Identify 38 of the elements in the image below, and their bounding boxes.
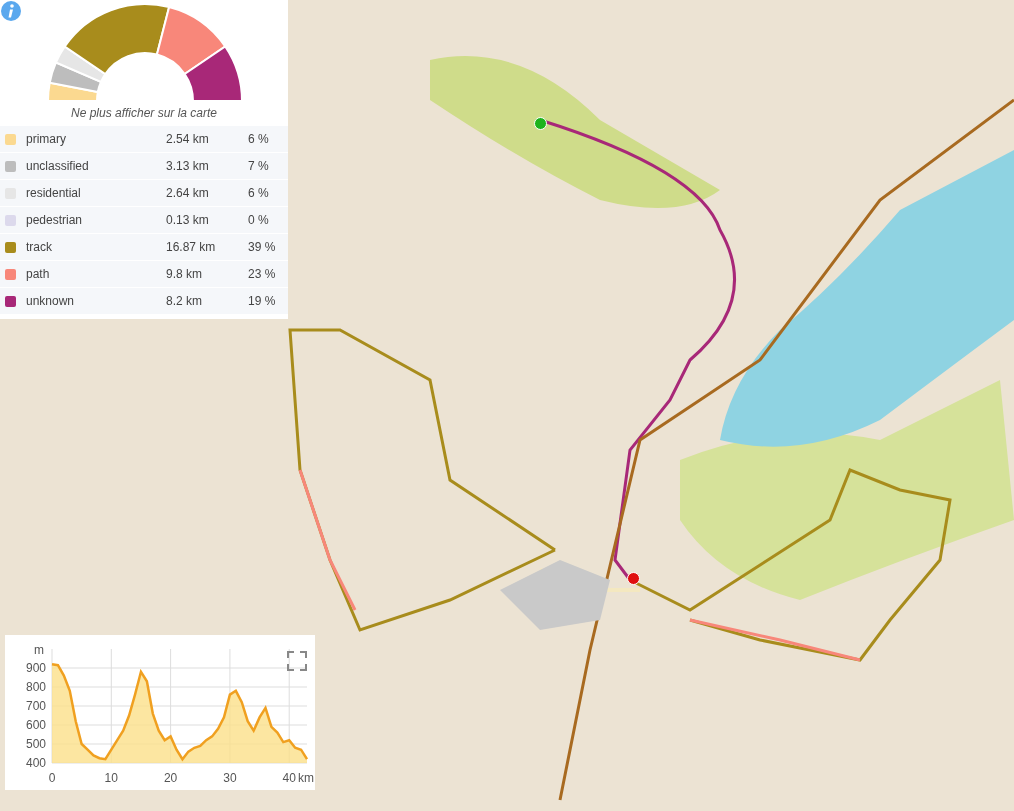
x-tick-label: 10	[104, 771, 118, 785]
y-tick-label: 800	[25, 680, 46, 694]
y-tick-label: 700	[25, 699, 46, 713]
y-tick-label: 500	[25, 737, 46, 751]
distance-value: 8.2 km	[166, 294, 203, 308]
percent-value: 0 %	[248, 213, 270, 227]
hide-on-map-link[interactable]: Ne plus afficher sur la carte	[0, 106, 288, 120]
y-tick-label: 600	[25, 718, 46, 732]
percent-value: 39 %	[248, 240, 277, 254]
distance-value: 16.87 km	[166, 240, 217, 254]
surface-name: residential	[26, 186, 82, 200]
surface-name: unknown	[26, 294, 76, 308]
distance-value: 9.8 km	[166, 267, 203, 281]
axis-unit: km	[298, 771, 314, 785]
x-tick-label: 20	[163, 771, 178, 785]
surface-name: pedestrian	[26, 213, 84, 227]
info-icon[interactable]	[1, 1, 21, 21]
distance-value: 2.64 km	[166, 186, 210, 200]
fullscreen-icon[interactable]	[287, 651, 307, 671]
surface-name: path	[26, 267, 51, 281]
percent-value: 19 %	[248, 294, 277, 308]
percent-value: 7 %	[248, 159, 270, 173]
axis-unit: m	[34, 643, 44, 657]
surface-name: track	[26, 240, 53, 254]
x-tick-label: 0	[48, 771, 56, 785]
x-tick-label: 30	[223, 771, 237, 785]
distance-value: 0.13 km	[166, 213, 210, 227]
x-tick-label: 40	[282, 771, 296, 785]
percent-value: 6 %	[248, 132, 270, 146]
y-tick-label: 400	[25, 756, 46, 770]
percent-value: 23 %	[248, 267, 277, 281]
donut-slice	[183, 45, 243, 102]
surface-name: unclassified	[26, 159, 90, 173]
surface-name: primary	[26, 132, 67, 146]
y-tick-label: 900	[25, 661, 46, 675]
distance-value: 2.54 km	[166, 132, 210, 146]
percent-value: 6 %	[248, 186, 270, 200]
distance-value: 3.13 km	[166, 159, 210, 173]
